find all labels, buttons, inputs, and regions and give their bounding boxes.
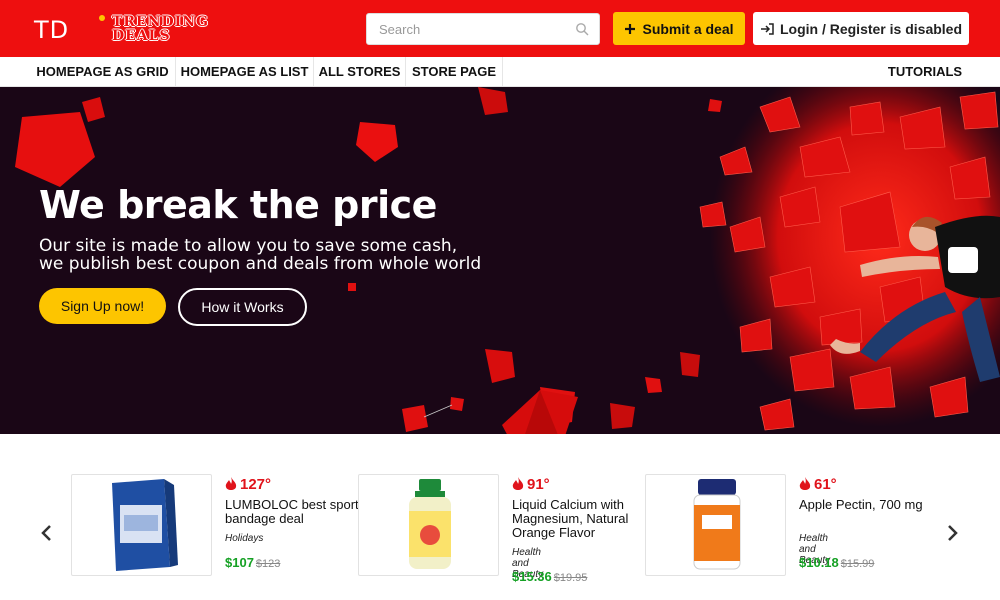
logo-line2: DEALS (112, 28, 171, 44)
site-logo[interactable]: TD TRENDING DEALS (34, 12, 208, 46)
hero-subtitle-line1: Our site is made to allow you to save so… (39, 236, 458, 256)
deal-category[interactable]: Holidays (225, 533, 263, 544)
carousel-next-icon[interactable] (944, 524, 960, 542)
deal-title[interactable]: LUMBOLOC best sport bandage deal (225, 498, 360, 526)
hero-subtitle: Our site is made to allow you to save so… (39, 237, 509, 273)
logo-dot-icon (99, 15, 105, 21)
deal-old-price: $15.99 (840, 558, 875, 570)
deal-price: $10.18 (799, 555, 839, 570)
how-it-works-button[interactable]: How it Works (178, 288, 307, 326)
flame-icon (512, 477, 524, 490)
hero-subtitle-line2: we publish best coupon and deals from wh… (39, 254, 482, 274)
hero-banner: We break the price Our site is made to a… (0, 87, 1000, 434)
deal-image[interactable] (71, 474, 212, 576)
login-label: Login / Register is disabled (779, 20, 963, 37)
deal-price: $15.36 (512, 569, 552, 584)
nav-tutorials[interactable]: TUTORIALS (878, 57, 972, 87)
deal-image[interactable] (645, 474, 786, 576)
deal-old-price: $19.95 (553, 572, 588, 584)
deal-hotness: 91° (512, 476, 550, 493)
submit-deal-label: Submit a deal (642, 20, 734, 37)
login-button[interactable]: Login / Register is disabled (753, 12, 969, 45)
deal-image[interactable] (358, 474, 499, 576)
login-icon (760, 22, 774, 35)
search-input[interactable] (367, 14, 567, 44)
signup-button[interactable]: Sign Up now! (39, 288, 166, 324)
nav-homepage-grid[interactable]: HOMEPAGE AS GRID (30, 57, 176, 87)
top-header: TD TRENDING DEALS Submit a deal Login / … (0, 0, 1000, 57)
search-icon[interactable] (575, 22, 589, 36)
deal-score: 91° (527, 476, 550, 493)
main-nav: HOMEPAGE AS GRID HOMEPAGE AS LIST ALL ST… (0, 57, 1000, 87)
deal-hotness: 61° (799, 476, 837, 493)
submit-deal-button[interactable]: Submit a deal (613, 12, 745, 45)
deal-price-row: $10.18 $15.99 (799, 555, 874, 570)
flame-icon (225, 477, 237, 490)
deal-old-price: $123 (255, 558, 281, 570)
deal-score: 61° (814, 476, 837, 493)
deal-price-row: $107 $123 (225, 555, 280, 570)
plus-icon (625, 23, 636, 34)
deal-title[interactable]: Liquid Calcium with Magnesium, Natural O… (512, 498, 647, 540)
deal-price-row: $15.36 $19.95 (512, 569, 587, 584)
deals-carousel: 127° LUMBOLOC best sport bandage deal Ho… (0, 434, 1000, 600)
pectin-bottle-icon (693, 479, 741, 570)
logo-prefix: TD (34, 16, 70, 44)
nav-homepage-list[interactable]: HOMEPAGE AS LIST (176, 57, 314, 87)
hero-title: We break the price (39, 183, 437, 227)
calcium-bottle-icon (409, 479, 451, 569)
deal-hotness: 127° (225, 476, 271, 493)
carousel-prev-icon[interactable] (39, 524, 55, 542)
deal-score: 127° (240, 476, 272, 493)
flame-icon (799, 477, 811, 490)
nav-all-stores[interactable]: ALL STORES (314, 57, 406, 87)
deal-title[interactable]: Apple Pectin, 700 mg (799, 498, 934, 512)
deal-price: $107 (225, 555, 254, 570)
nav-store-page[interactable]: STORE PAGE (406, 57, 503, 87)
bandage-box-icon (112, 479, 178, 571)
search-box (366, 13, 600, 45)
